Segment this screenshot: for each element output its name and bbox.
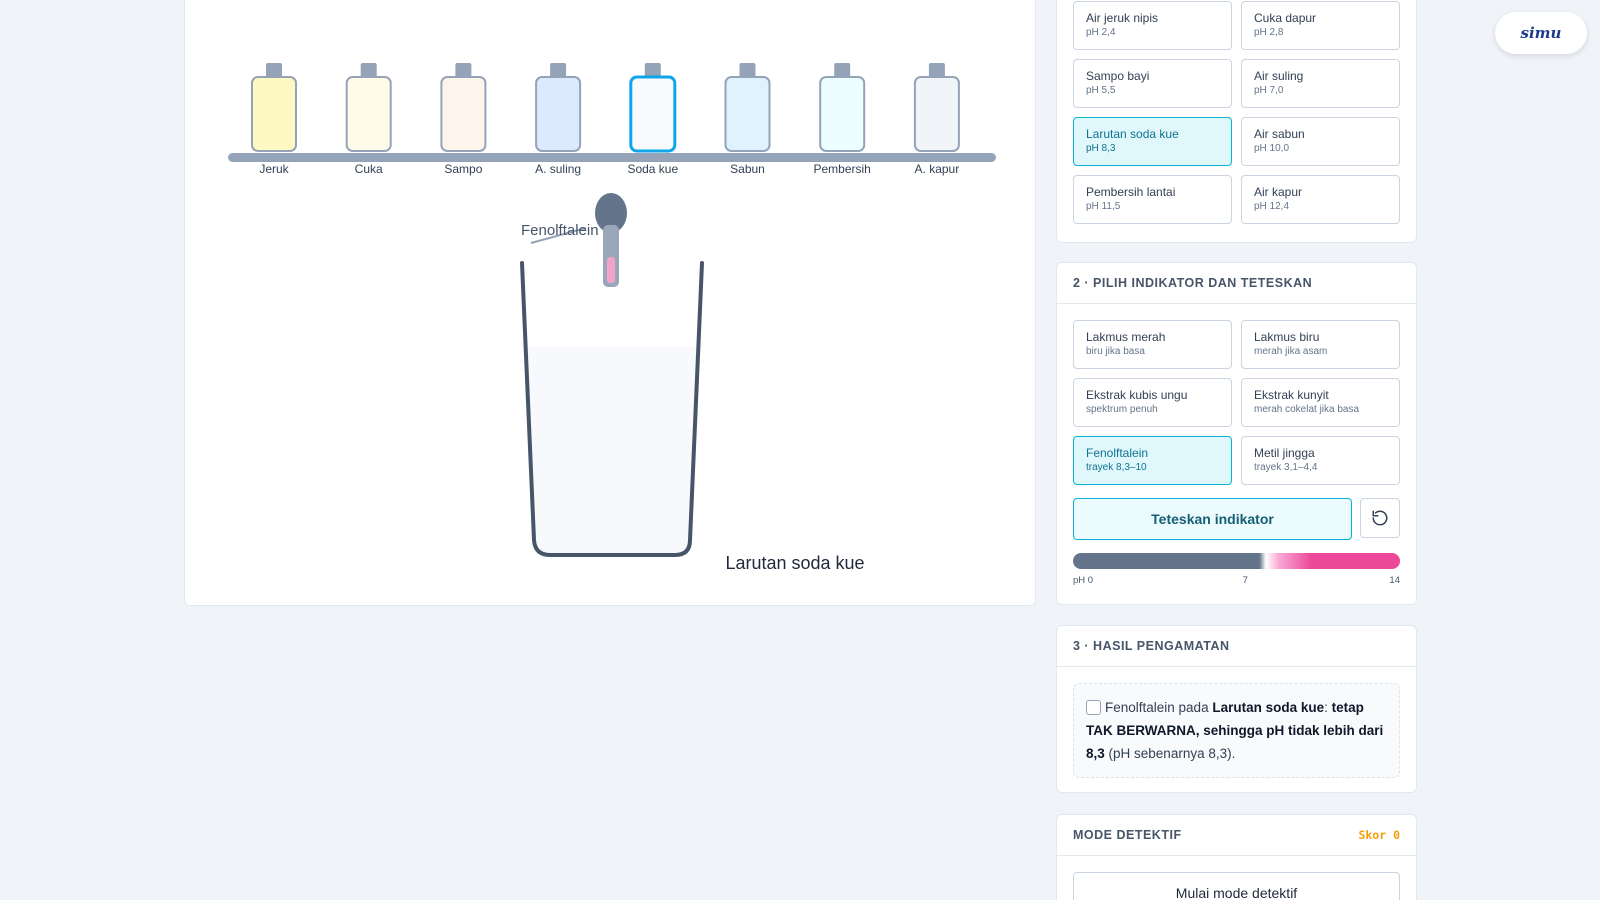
bottle-2[interactable] [345,63,392,152]
indicator-option-detail: merah jika asam [1254,346,1328,357]
bottle-label: Sampo [444,162,483,176]
indicator-option-name: Ekstrak kunyit [1254,388,1329,402]
indicator-option-detail: merah cokelat jika basa [1254,404,1360,415]
bottle-6[interactable] [724,63,771,152]
indicator-option[interactable]: Lakmus merah biru jika basa [1073,320,1232,369]
solution-option-detail: pH 11,5 [1086,201,1121,212]
indicator-option[interactable]: Ekstrak kunyit merah cokelat jika basa [1241,378,1400,427]
simu-logo[interactable]: simu [1495,12,1587,54]
detective-panel: MODE DETEKTIF Skor 0 Mulai mode detektif [1056,814,1417,900]
indicator-panel-title: 2 · PILIH INDIKATOR DAN TETESKAN [1057,263,1416,304]
indicator-option-name: Ekstrak kubis ungu [1086,388,1188,402]
ph-scale-min: pH 0 [1073,575,1094,586]
solution-option-detail: pH 12,4 [1254,201,1290,212]
indicator-option-detail: biru jika basa [1086,346,1145,357]
indicator-option[interactable]: Lakmus biru merah jika asam [1241,320,1400,369]
solution-option[interactable]: Sampo bayi pH 5,5 [1073,59,1232,108]
indicator-option[interactable]: Metil jingga trayek 3,1–4,4 [1241,436,1400,485]
solution-option-name: Cuka dapur [1254,11,1317,25]
detective-panel-title: MODE DETEKTIF [1073,828,1182,842]
indicator-option[interactable]: Ekstrak kubis ungu spektrum penuh [1073,378,1232,427]
indicator-option-name: Lakmus biru [1254,330,1320,344]
indicator-option-name: Lakmus merah [1086,330,1166,344]
solution-option-detail: pH 7,0 [1254,85,1284,96]
solution-option-name: Air suling [1254,69,1304,83]
solutions-panel: Air jeruk nipis pH 2,4 Cuka dapur pH 2,8 Sam… [1056,0,1417,243]
reset-button[interactable] [1360,498,1400,538]
solution-option[interactable]: Pembersih lantai pH 11,5 [1073,175,1232,224]
indicator-options: Lakmus merah biru jika basa Lakmus biru mer… [1073,320,1400,485]
bottle-label: Soda kue [627,162,679,176]
solution-option-detail: pH 2,4 [1086,27,1116,38]
bottle-label: A. suling [535,162,582,176]
indicator-option[interactable]: Fenolftalein trayek 8,3–10 [1073,436,1232,485]
solution-option-name: Pembersih lantai [1086,185,1176,199]
solution-option[interactable]: Air jeruk nipis pH 2,4 [1073,1,1232,50]
indicator-option-detail: trayek 8,3–10 [1086,462,1147,473]
dropper-icon[interactable] [530,193,627,287]
indicator-option-detail: trayek 3,1–4,4 [1254,462,1318,473]
indicator-option-detail: spektrum penuh [1086,404,1158,415]
bottle-3[interactable] [440,63,487,152]
ph-scale-mid: 7 [1242,575,1248,586]
observation-result: Fenolftalein pada Larutan soda kue: teta… [1073,683,1400,778]
bottle-8[interactable] [913,63,960,152]
solution-option-detail: pH 2,8 [1254,27,1284,38]
solution-option-detail: pH 5,5 [1086,85,1116,96]
result-panel: 3 · HASIL PENGAMATAN Fenolftalein pada L… [1056,625,1417,793]
bottle-label: A. kapur [914,162,960,176]
bottle-4[interactable] [535,63,582,152]
indicator-option-name: Metil jingga [1254,446,1315,460]
score-badge: Skor 0 [1358,828,1400,842]
indicator-option-name: Fenolftalein [1086,446,1149,460]
bottle-label: Pembersih [813,162,871,176]
ph-scale-max: 14 [1389,575,1400,586]
lab-scene [228,63,996,557]
solution-option[interactable]: Air kapur pH 12,4 [1241,175,1400,224]
solution-option[interactable]: Larutan soda kue pH 8,3 [1073,117,1232,166]
indicator-panel: 2 · PILIH INDIKATOR DAN TETESKAN Lakmus … [1056,262,1417,605]
drop-indicator-button[interactable]: Teteskan indikator [1073,498,1352,540]
observation-checkbox[interactable] [1086,700,1101,715]
bottle-shelf [228,153,996,162]
lab-canvas: Jeruk Cuka Sampo A. suling Soda kue Sabun Pemb… [184,0,1036,606]
indicator-tag: Fenolftalein [521,222,599,239]
solution-options: Air jeruk nipis pH 2,4 Cuka dapur pH 2,8 Sam… [1057,0,1416,224]
ph-color-scale [1073,553,1400,569]
beaker [520,261,704,557]
solution-option[interactable]: Air sabun pH 10,0 [1241,117,1400,166]
solution-option[interactable]: Air suling pH 7,0 [1241,59,1400,108]
bottle-label: Sabun [730,162,765,176]
solution-option-detail: pH 10,0 [1254,143,1290,154]
reset-icon [1372,510,1388,526]
result-panel-title: 3 · HASIL PENGAMATAN [1057,626,1416,667]
solution-option-detail: pH 8,3 [1086,143,1116,154]
bottle-1[interactable] [251,63,297,152]
bottle-label: Jeruk [259,162,289,176]
solution-option-name: Air jeruk nipis [1086,11,1159,25]
solution-option-name: Sampo bayi [1086,69,1150,83]
bottle-5[interactable] [629,63,677,153]
bottle-label: Cuka [354,162,383,176]
bottle-7[interactable] [819,63,866,152]
solution-option-name: Larutan soda kue [1086,127,1179,141]
beaker-label: Larutan soda kue [725,553,865,573]
solution-option[interactable]: Cuka dapur pH 2,8 [1241,1,1400,50]
solution-option-name: Air sabun [1254,127,1305,141]
result-solution: Larutan soda kue [1212,700,1325,715]
solution-option-name: Air kapur [1254,185,1303,199]
start-detective-button[interactable]: Mulai mode detektif [1073,872,1400,900]
